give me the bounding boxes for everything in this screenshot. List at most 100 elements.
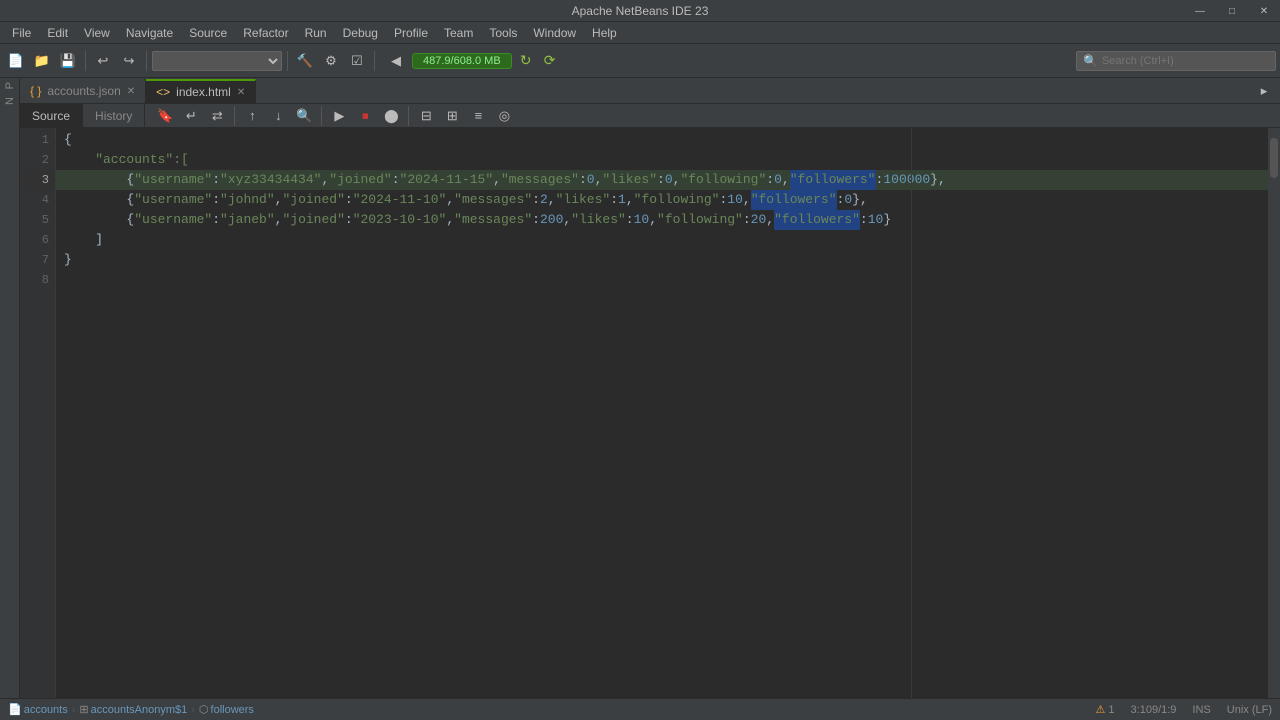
menu-debug[interactable]: Debug [335,24,386,42]
code-span: 2 [540,190,548,210]
code-span: "likes" [556,190,611,210]
menu-help[interactable]: Help [584,24,625,42]
search-box[interactable]: 🔍 [1076,51,1276,71]
next-occurrence-btn[interactable]: ↓ [266,104,290,128]
code-span: ] [64,230,103,250]
close-button[interactable]: ✕ [1248,0,1280,22]
right-scrollbar[interactable] [1268,128,1280,698]
prev-occurrence-btn[interactable]: ↑ [240,104,264,128]
code-span: : [860,210,868,230]
tab-accounts-json-close[interactable]: ✕ [127,86,135,97]
menu-edit[interactable]: Edit [39,24,76,42]
navigator-icon[interactable]: N [4,97,16,105]
profile-btn[interactable]: ⟳ [540,51,560,71]
source-tab[interactable]: Source [20,104,83,128]
menu-source[interactable]: Source [181,24,235,42]
menu-team[interactable]: Team [436,24,481,42]
format-btn[interactable]: ≡ [466,104,490,128]
ed-sep-2 [321,106,322,126]
tab-index-html-close[interactable]: ✕ [237,87,245,98]
code-span: "username" [134,190,212,210]
code-span: , [673,170,681,190]
history-tab[interactable]: History [83,104,145,128]
code-span: }, [852,190,868,210]
menu-navigate[interactable]: Navigate [118,24,181,42]
breadcrumb: 📄accounts › ⊞accountsAnonym$1 › ⬡followe… [8,703,254,716]
projects-icon[interactable]: P [4,82,16,89]
tab-accounts-json[interactable]: { } accounts.json ✕ [20,79,146,103]
toolbar-sep-2 [146,51,147,71]
status-position: 3:109/1:9 [1131,704,1177,716]
open-project-btn[interactable]: 📁 [30,49,54,73]
code-span: : [345,190,353,210]
editor-tabs: Source History 🔖 ↵ ⇄ ↑ ↓ 🔍 ▶ ⏹ ⬤ ⊟ ⊞ ≡ ◎ [20,104,1280,128]
search-input[interactable] [1102,55,1262,67]
profile-macro-btn[interactable]: ⬤ [379,104,403,128]
toggle-line-wrap-btn[interactable]: ↵ [179,104,203,128]
menu-tools[interactable]: Tools [481,24,525,42]
code-span: : [532,190,540,210]
code-span: "username" [134,170,212,190]
code-span: 0 [665,170,673,190]
breadcrumb-accounts[interactable]: 📄accounts [8,703,68,716]
code-span: , [649,210,657,230]
code-span: , [446,210,454,230]
find-btn[interactable]: 🔍 [292,104,316,128]
save-btn[interactable]: 💾 [56,49,80,73]
code-span: } [64,250,72,270]
toggle-bookmark-btn[interactable]: 🔖 [153,104,177,128]
run-area: ◀ 487.9/608.0 MB ↻ ⟳ [384,49,560,73]
run-back-btn[interactable]: ◀ [384,49,408,73]
editor-container: { } accounts.json ✕ <> index.html ✕ ▸ So… [20,78,1280,698]
memory-indicator[interactable]: 487.9/608.0 MB [412,53,512,69]
code-span: : [626,210,634,230]
project-select[interactable] [152,51,282,71]
run-macro-btn[interactable]: ▶ [327,104,351,128]
to-html-btn[interactable]: ◎ [492,104,516,128]
code-span: 10 [634,210,650,230]
test-btn[interactable]: ☑ [345,49,369,73]
code-content[interactable]: { "accounts":[ { "username" : "xyz334344… [56,128,1268,698]
build-btn[interactable]: ⚙ [319,49,343,73]
code-line-3: { "username" : "xyz33434434" , "joined" … [56,170,1268,190]
code-span: 20 [751,210,767,230]
scrollbar-thumb[interactable] [1270,138,1278,178]
clean-build-btn[interactable]: 🔨 [293,49,317,73]
code-span: , [743,190,751,210]
column-guide [911,128,912,698]
stop-macro-btn[interactable]: ⏹ [353,104,377,128]
code-span: "janeb" [220,210,275,230]
menu-profile[interactable]: Profile [386,24,436,42]
content-area: P N { } accounts.json ✕ <> index.html ✕ … [0,78,1280,698]
tab-scroll-right[interactable]: ▸ [1252,79,1276,103]
code-line-8 [56,270,1268,290]
code-span: "2023-10-10" [353,210,447,230]
tab-bar: { } accounts.json ✕ <> index.html ✕ ▸ [20,78,1280,104]
new-project-btn[interactable]: 📄 [4,49,28,73]
undo-btn[interactable]: ↩ [91,49,115,73]
menu-run[interactable]: Run [297,24,335,42]
code-span: , [626,190,634,210]
diff-btn[interactable]: ⇄ [205,104,229,128]
code-line-1: { [56,130,1268,150]
menu-window[interactable]: Window [525,24,584,42]
unfold-btn[interactable]: ⊞ [440,104,464,128]
followers-highlight-5: "followers" [774,210,860,230]
tab-index-html[interactable]: <> index.html ✕ [146,79,256,103]
code-span: "messages" [501,170,579,190]
fold-btn[interactable]: ⊟ [414,104,438,128]
breadcrumb-accountsanonym[interactable]: ⊞accountsAnonym$1 [79,703,187,716]
code-span: "following" [657,210,743,230]
code-span: : [719,190,727,210]
menu-view[interactable]: View [76,24,118,42]
status-encoding: Unix (LF) [1227,704,1272,716]
menu-file[interactable]: File [4,24,39,42]
gc-btn[interactable]: ↻ [516,51,536,71]
maximize-button[interactable]: □ [1216,0,1248,22]
menu-refactor[interactable]: Refactor [235,24,296,42]
code-span: : [837,190,845,210]
line-num-8: 8 [20,270,55,290]
breadcrumb-followers[interactable]: ⬡followers [199,703,254,716]
redo-btn[interactable]: ↪ [117,49,141,73]
minimize-button[interactable]: — [1184,0,1216,22]
